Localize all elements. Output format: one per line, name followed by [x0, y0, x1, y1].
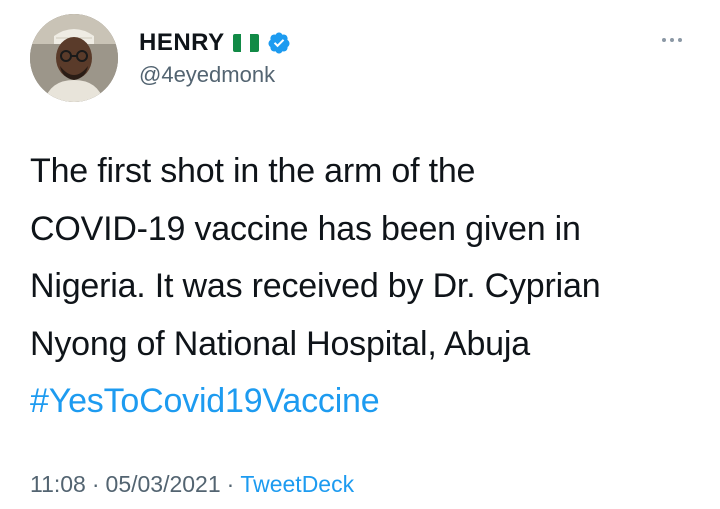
tweet-card: HENRY @4eyedmonk The first shot in the a… — [0, 0, 720, 509]
tweet-text-line: The first shot in the arm of the — [30, 152, 476, 190]
meta-separator: · — [91, 471, 100, 497]
author-handle[interactable]: @4eyedmonk — [139, 62, 275, 88]
meta-separator: · — [226, 471, 235, 497]
tweet-text-line: COVID-19 vaccine has been given in — [30, 209, 581, 248]
tweet-source-link[interactable]: TweetDeck — [240, 471, 354, 498]
tweet-text-line: Nyong of National Hospital, Abuja — [30, 324, 530, 363]
author-name-row: HENRY — [139, 28, 291, 58]
tweet-text-line: Nigeria. It was received by Dr. Cyprian — [30, 267, 601, 305]
verified-badge-icon — [268, 32, 290, 54]
avatar[interactable] — [30, 14, 118, 102]
tweet-meta: 11:08 · 05/03/2021 · TweetDeck — [30, 471, 354, 498]
display-name[interactable]: HENRY — [139, 29, 225, 57]
tweet-date[interactable]: 05/03/2021 — [106, 471, 221, 498]
tweet-time[interactable]: 11:08 — [30, 471, 86, 498]
hashtag-link[interactable]: #YesToCovid19Vaccine — [30, 373, 700, 431]
nigeria-flag-icon — [232, 34, 259, 52]
more-options-icon[interactable] — [654, 28, 690, 52]
tweet-text: The first shot in the arm of the COVID-1… — [30, 143, 700, 431]
